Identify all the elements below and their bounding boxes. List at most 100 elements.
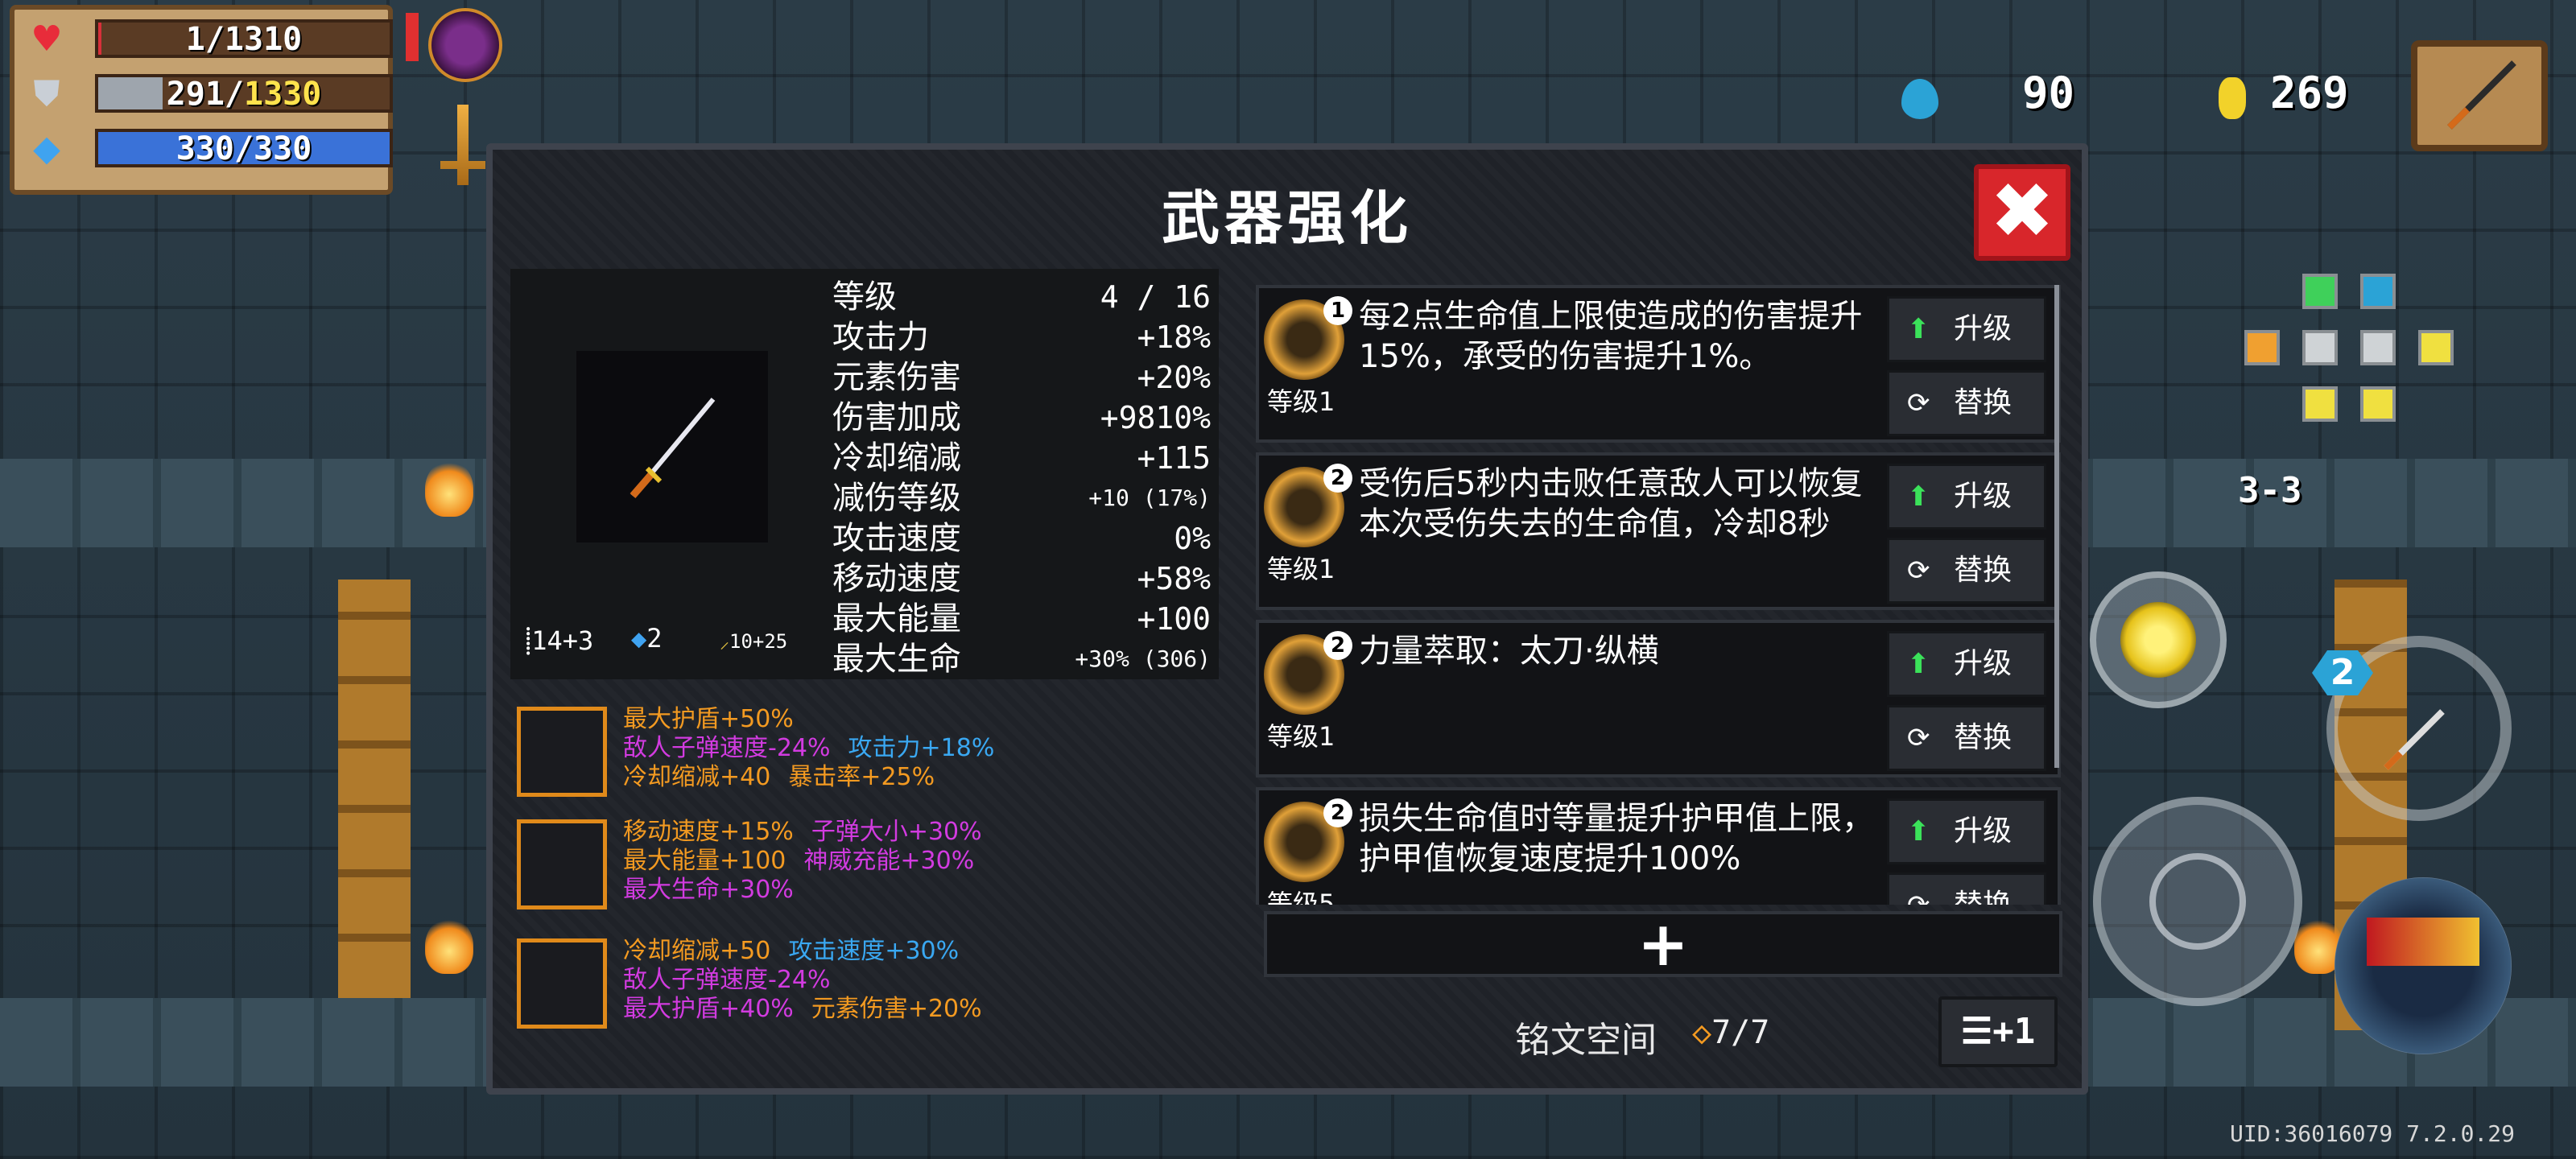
katana-icon: [630, 398, 716, 498]
attack-button[interactable]: [2093, 797, 2302, 1006]
crit-icon: ⸝: [720, 630, 729, 653]
minimap-room-current: [2360, 330, 2396, 365]
replace-label: 替换: [1954, 554, 2013, 587]
stat-label: 元素伤害: [832, 359, 961, 396]
part-attribute: 最大护盾+40%: [623, 995, 794, 1023]
stat-row: 冷却缩减 +115: [832, 438, 1211, 478]
weapon-part[interactable]: 冷却缩减+50 攻击速度+30% 敌人子弹速度-24% 最大护盾+40% 元素伤害+20…: [510, 929, 1219, 1041]
inscription-sort-button[interactable]: ☰+1: [1938, 996, 2058, 1067]
minimap-room: [2418, 330, 2454, 365]
energy-row: ◆ 330/330: [24, 126, 393, 171]
upgrade-button[interactable]: ⬆ 升级: [1887, 464, 2046, 530]
weapon-slot-button[interactable]: [2411, 40, 2548, 151]
inscription-description: 每2点生命值上限使造成的伤害提升15%，承受的伤害提升1%。: [1359, 298, 1863, 375]
inscription-description: 力量萃取：太刀·纵横: [1359, 633, 1659, 670]
part-attribute: 最大能量+100: [623, 847, 786, 875]
part-attribute: 暴击率+25%: [788, 763, 935, 791]
upgrade-label: 升级: [1954, 647, 2013, 680]
level-indicator: 3-3: [2238, 470, 2302, 511]
part-attribute: 神威充能+30%: [803, 847, 975, 875]
coin-count: 269: [2270, 68, 2349, 118]
inscription-level: 等级5: [1267, 889, 1335, 905]
replace-button[interactable]: ⟳ 替换: [1887, 538, 2046, 604]
inscription-list[interactable]: 1 等级1 每2点生命值上限使造成的伤害提升15%，承受的伤害提升1%。 ⬆ 升…: [1256, 285, 2061, 905]
special-skill-button[interactable]: [2334, 877, 2512, 1054]
stat-value: +58%: [1137, 561, 1211, 596]
diamond-icon: ◆: [33, 128, 60, 169]
inscription-card: 2 等级1 受伤后5秒内击败任意敌人可以恢复本次受伤失去的生命值，冷却8秒 ⬆ …: [1256, 452, 2061, 610]
stat-row: 减伤等级 +10 (17%): [832, 478, 1211, 518]
replace-label: 替换: [1954, 386, 2013, 419]
stat-value: +9810%: [1100, 400, 1211, 435]
katana-icon: [2447, 60, 2516, 130]
arrow-up-icon: ⬆: [1907, 648, 1930, 680]
stat-value: +100: [1137, 601, 1211, 637]
inscription-level: 等级1: [1267, 554, 1335, 584]
minimap[interactable]: [2238, 274, 2463, 443]
stat-row: 攻击力 +18%: [832, 317, 1211, 357]
crosshair-icon: [2149, 853, 2246, 950]
stat-value: +20%: [1137, 360, 1211, 395]
stat-label: 伤害加成: [832, 399, 961, 436]
part-attribute: 元素伤害+20%: [811, 995, 982, 1023]
part-attribute: 移动速度+15%: [623, 818, 794, 846]
stat-label: 减伤等级: [832, 480, 961, 517]
replace-button[interactable]: ⟳ 替换: [1887, 872, 2046, 905]
diamond-outline-icon: ◇: [1692, 1014, 1712, 1051]
upgrade-label: 升级: [1954, 312, 2013, 345]
refresh-icon: ⟳: [1907, 722, 1930, 754]
stat-label: 移动速度: [832, 560, 961, 597]
refresh-icon: ⟳: [1907, 875, 1930, 905]
stat-row: 元素伤害 +20%: [832, 357, 1211, 398]
part-attribute: 敌人子弹速度-24%: [623, 734, 831, 762]
part-attribute-line: 最大护盾+40% 元素伤害+20%: [623, 995, 1000, 1024]
replace-label: 替换: [1954, 721, 2013, 754]
stat-row: 最大能量 +100: [832, 599, 1211, 639]
arrow-up-icon: ⬆: [1907, 481, 1930, 513]
inscription-space-label: 铭文空间: [1515, 1020, 1657, 1061]
replace-label: 替换: [1954, 875, 2012, 905]
minimap-room: [2360, 386, 2396, 422]
weapon-part-icon: [517, 819, 607, 909]
upgrade-button[interactable]: ⬆ 升级: [1887, 296, 2046, 362]
close-button[interactable]: ✖: [1974, 164, 2070, 261]
part-attribute: 最大生命+30%: [623, 876, 794, 904]
torch-icon: [425, 460, 473, 517]
stat-value: 0%: [1174, 521, 1211, 556]
refresh-icon: ⟳: [1907, 555, 1930, 587]
part-attribute: 冷却缩减+50: [623, 937, 771, 965]
replace-button[interactable]: ⟳ 替换: [1887, 705, 2046, 771]
minimap-room: [2360, 274, 2396, 309]
refresh-icon: ⟳: [1907, 387, 1930, 419]
stat-value: +115: [1137, 440, 1211, 476]
upgrade-button[interactable]: ⬆ 升级: [1887, 631, 2046, 697]
minimap-room: [2244, 330, 2280, 365]
stat-row: 攻击速度 0%: [832, 518, 1211, 559]
stat-row: 伤害加成 +9810%: [832, 398, 1211, 438]
weapon-crit: ⸝10+25: [720, 630, 788, 653]
weapon-image: [576, 351, 768, 542]
lightning-icon: [2367, 918, 2479, 966]
inscription-scrollbar[interactable]: [2054, 285, 2059, 768]
torch-icon: [425, 918, 473, 974]
add-inscription-button[interactable]: +: [1264, 911, 2062, 977]
upgrade-button[interactable]: ⬆ 升级: [1887, 798, 2046, 864]
part-attribute-line: 冷却缩减+40 暴击率+25%: [623, 763, 952, 792]
weapon-part[interactable]: 最大护盾+50% 敌人子弹速度-24% 攻击力+18% 冷却缩减+40 暴击率+25%: [510, 697, 1219, 810]
hp-row: ♥ 1/1310: [24, 16, 393, 61]
arrow-up-icon: ⬆: [1907, 313, 1930, 345]
minimap-room: [2302, 330, 2338, 365]
skill-button[interactable]: [2090, 571, 2227, 708]
energy-bar: 330/330: [95, 129, 393, 167]
part-attribute: 攻击力+18%: [848, 734, 995, 762]
hp-text: 1/1310: [185, 21, 303, 58]
stat-value: +10 (17%): [1088, 485, 1211, 511]
replace-button[interactable]: ⟳ 替换: [1887, 370, 2046, 436]
weapon-info-box: 等级 4 / 16 攻击力 +18% 元素伤害 +20% 伤害加成 +9810% 冷却缩减 +11…: [510, 269, 1219, 679]
coin-icon: [2219, 77, 2246, 119]
arrow-up-icon: ⬆: [1907, 815, 1930, 848]
part-attribute: 敌人子弹速度-24%: [623, 966, 831, 994]
weapon-part[interactable]: 移动速度+15% 子弹大小+30% 最大能量+100 神威充能+30% 最大生命+30%: [510, 810, 1219, 922]
inscription-description: 损失生命值时等量提升护甲值上限，护甲值恢复速度提升100%: [1359, 800, 1874, 877]
part-attribute-line: 最大能量+100 神威充能+30%: [623, 847, 992, 876]
